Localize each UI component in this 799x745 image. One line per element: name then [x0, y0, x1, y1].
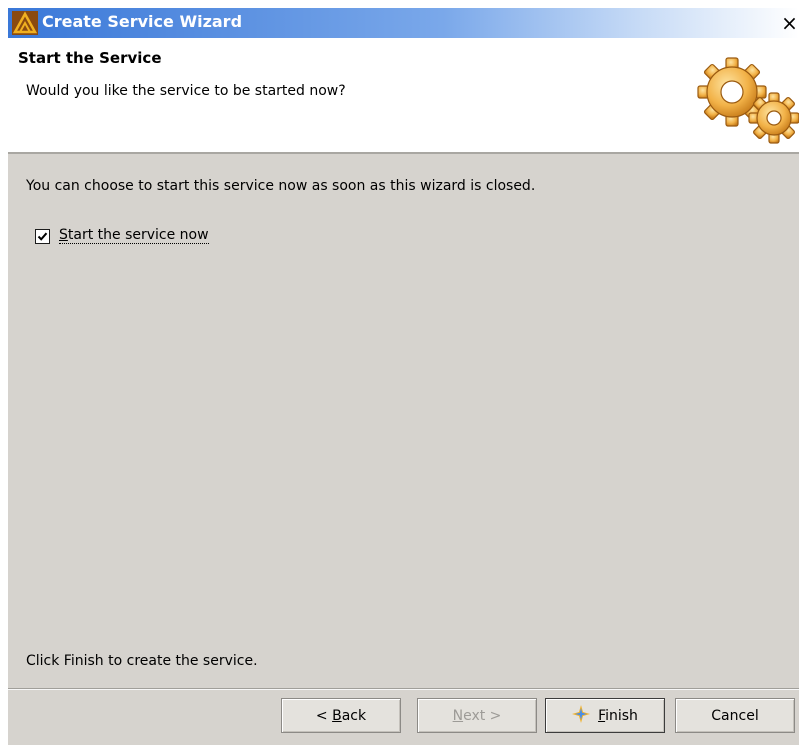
back-access-key: B	[332, 708, 342, 724]
gears-icon	[697, 57, 799, 144]
footer-hint: Click Finish to create the service.	[26, 653, 258, 669]
start-service-label[interactable]: Start the service now	[59, 227, 209, 244]
start-service-checkbox[interactable]	[35, 229, 50, 244]
access-key: S	[59, 227, 68, 243]
finish-button[interactable]: Finish	[545, 698, 665, 733]
finish-label: inish	[605, 708, 638, 724]
back-prefix: <	[315, 708, 333, 724]
wizard-window: Create Service Wizard × Start the Servic…	[8, 8, 799, 745]
cancel-button[interactable]: Cancel	[675, 698, 795, 733]
page-title: Start the Service	[18, 49, 162, 67]
title-bar[interactable]: Create Service Wizard ×	[8, 8, 799, 38]
next-access-key: N	[452, 708, 464, 724]
close-icon: ×	[781, 11, 798, 35]
window-title: Create Service Wizard	[42, 12, 243, 31]
back-button[interactable]: < Back	[281, 698, 401, 733]
close-button[interactable]: ×	[780, 12, 799, 34]
wizard-app-icon	[12, 11, 38, 35]
next-label: ext >	[463, 708, 502, 724]
back-label: ack	[341, 708, 367, 724]
checkmark-icon	[37, 232, 48, 241]
sparkle-icon	[572, 705, 591, 723]
description-text: You can choose to start this service now…	[26, 178, 536, 194]
wizard-header: Start the Service Would you like the ser…	[8, 38, 799, 154]
cancel-label: Cancel	[711, 708, 759, 724]
label-text: tart the service now	[67, 227, 209, 243]
separator	[8, 688, 799, 690]
next-button[interactable]: Next >	[417, 698, 537, 733]
page-subtitle: Would you like the service to be started…	[26, 83, 346, 99]
